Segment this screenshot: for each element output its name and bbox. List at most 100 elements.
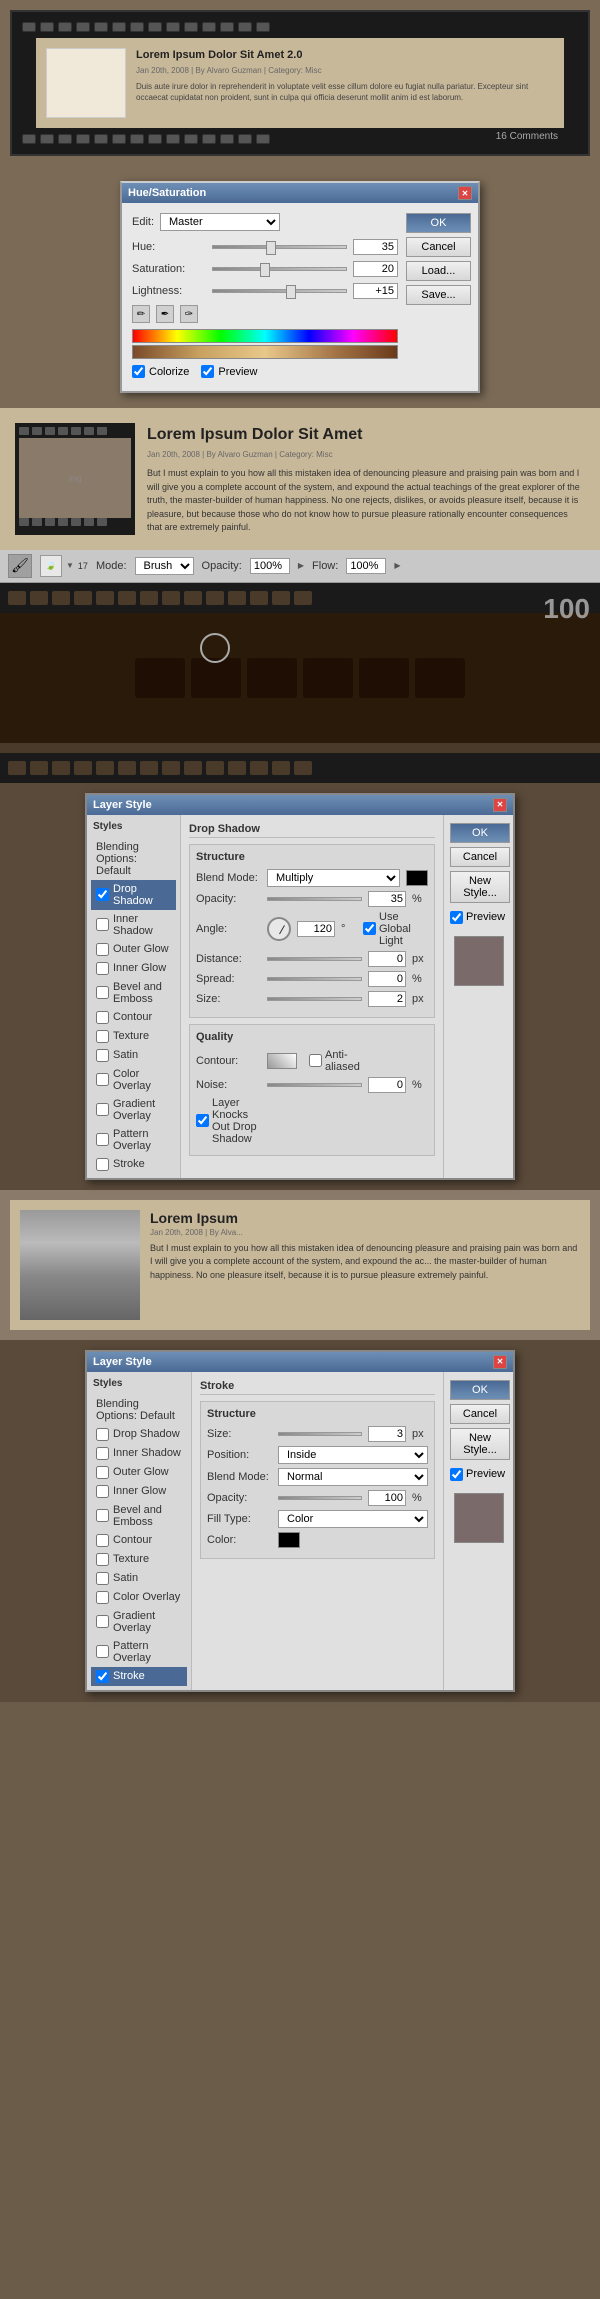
angle-value[interactable] [297, 921, 335, 937]
dialog-close-btn[interactable]: ✕ [458, 186, 472, 200]
ls-sidebar-satin[interactable]: Satin [91, 1046, 176, 1065]
ls-preview-checkbox-1[interactable] [450, 911, 463, 924]
stroke-checkbox[interactable] [96, 1158, 109, 1171]
stroke-checkbox-2[interactable] [96, 1670, 109, 1683]
ls-cancel-button-1[interactable]: Cancel [450, 847, 510, 867]
anti-aliased-checkbox[interactable] [309, 1054, 322, 1067]
ls-sidebar-outer-glow[interactable]: Outer Glow [91, 940, 176, 959]
contour-checkbox-2[interactable] [96, 1534, 109, 1547]
spread-value[interactable] [368, 971, 406, 987]
ls-sidebar-2-satin[interactable]: Satin [91, 1569, 187, 1588]
opacity-slider[interactable] [267, 897, 362, 901]
ls-sidebar-blending-options[interactable]: Blending Options: Default [91, 838, 176, 880]
distance-value[interactable] [368, 951, 406, 967]
ls-close-btn-2[interactable]: ✕ [493, 1355, 507, 1369]
ls-sidebar-2-drop-shadow[interactable]: Drop Shadow [91, 1425, 187, 1444]
ls-sidebar-2-inner-shadow[interactable]: Inner Shadow [91, 1444, 187, 1463]
stroke-fill-type-select[interactable]: Color [278, 1510, 428, 1528]
satin-checkbox[interactable] [96, 1049, 109, 1062]
hue-slider-thumb[interactable] [266, 241, 276, 255]
satin-checkbox-2[interactable] [96, 1572, 109, 1585]
ls-sidebar-contour[interactable]: Contour [91, 1008, 176, 1027]
inner-glow-checkbox[interactable] [96, 962, 109, 975]
lightness-slider-thumb[interactable] [286, 285, 296, 299]
brush-preview[interactable]: 🍃 [40, 555, 62, 577]
ls-sidebar-2-stroke[interactable]: Stroke [91, 1667, 187, 1686]
ls-close-btn[interactable]: ✕ [493, 798, 507, 812]
size-slider[interactable] [267, 997, 362, 1001]
ls-sidebar-2-outer-glow[interactable]: Outer Glow [91, 1463, 187, 1482]
saturation-slider-thumb[interactable] [260, 263, 270, 277]
outer-glow-checkbox[interactable] [96, 943, 109, 956]
eyedropper-subtract-icon[interactable]: ✑ [180, 305, 198, 323]
noise-slider[interactable] [267, 1083, 362, 1087]
gradient-overlay-checkbox[interactable] [96, 1103, 109, 1116]
ls-new-style-button-1[interactable]: New Style... [450, 871, 510, 903]
blend-color-swatch[interactable] [406, 870, 428, 886]
ls-sidebar-drop-shadow[interactable]: Drop Shadow [91, 880, 176, 910]
ok-button[interactable]: OK [406, 213, 471, 233]
ls-sidebar-inner-shadow[interactable]: Inner Shadow [91, 910, 176, 940]
lightness-slider[interactable] [212, 289, 347, 293]
ls-sidebar-2-color-overlay[interactable]: Color Overlay [91, 1588, 187, 1607]
noise-value[interactable] [368, 1077, 406, 1093]
ls-sidebar-gradient-overlay[interactable]: Gradient Overlay [91, 1095, 176, 1125]
saturation-slider[interactable] [212, 267, 347, 271]
colorize-checkbox[interactable] [132, 365, 145, 378]
ls-sidebar-2-pattern-overlay[interactable]: Pattern Overlay [91, 1637, 187, 1667]
blend-mode-select[interactable]: Multiply [267, 869, 400, 887]
size-value[interactable] [368, 991, 406, 1007]
pattern-overlay-checkbox-2[interactable] [96, 1645, 109, 1658]
color-overlay-checkbox-2[interactable] [96, 1591, 109, 1604]
ls-sidebar-2-texture[interactable]: Texture [91, 1550, 187, 1569]
hue-value-input[interactable] [353, 239, 398, 255]
eyedropper-icon[interactable]: ✏ [132, 305, 150, 323]
distance-slider[interactable] [267, 957, 362, 961]
bevel-emboss-checkbox[interactable] [96, 986, 109, 999]
gradient-overlay-checkbox-2[interactable] [96, 1615, 109, 1628]
opacity-chevron[interactable]: ▶ [298, 561, 304, 570]
stroke-opacity-slider[interactable] [278, 1496, 362, 1500]
flow-input[interactable] [346, 558, 386, 574]
ls-preview-checkbox-2[interactable] [450, 1468, 463, 1481]
ls-sidebar-stroke[interactable]: Stroke [91, 1155, 176, 1174]
ls-sidebar-inner-glow[interactable]: Inner Glow [91, 959, 176, 978]
texture-checkbox[interactable] [96, 1030, 109, 1043]
preview-checkbox[interactable] [201, 365, 214, 378]
load-button[interactable]: Load... [406, 261, 471, 281]
saturation-value-input[interactable] [353, 261, 398, 277]
texture-checkbox-2[interactable] [96, 1553, 109, 1566]
ls-sidebar-texture[interactable]: Texture [91, 1027, 176, 1046]
contour-swatch[interactable] [267, 1053, 297, 1069]
inner-glow-checkbox-2[interactable] [96, 1485, 109, 1498]
ls-sidebar-2-bevel-emboss[interactable]: Bevel and Emboss [91, 1501, 187, 1531]
pattern-overlay-checkbox[interactable] [96, 1133, 109, 1146]
spread-slider[interactable] [267, 977, 362, 981]
cancel-button[interactable]: Cancel [406, 237, 471, 257]
ls-new-style-button-2[interactable]: New Style... [450, 1428, 510, 1460]
opacity-input[interactable] [250, 558, 290, 574]
ls-cancel-button-2[interactable]: Cancel [450, 1404, 510, 1424]
bevel-emboss-checkbox-2[interactable] [96, 1509, 109, 1522]
edit-select[interactable]: Master [160, 213, 280, 231]
stroke-position-select[interactable]: Inside [278, 1446, 428, 1464]
ls-sidebar-2-blending-options[interactable]: Blending Options: Default [91, 1395, 187, 1425]
brush-tool-icon[interactable]: 🖌 [8, 554, 32, 578]
ls-sidebar-2-inner-glow[interactable]: Inner Glow [91, 1482, 187, 1501]
ls-sidebar-2-gradient-overlay[interactable]: Gradient Overlay [91, 1607, 187, 1637]
save-button[interactable]: Save... [406, 285, 471, 305]
ls-ok-button-1[interactable]: OK [450, 823, 510, 843]
ls-sidebar-pattern-overlay[interactable]: Pattern Overlay [91, 1125, 176, 1155]
flow-chevron[interactable]: ▶ [394, 561, 400, 570]
drop-shadow-checkbox[interactable] [96, 888, 109, 901]
ls-ok-button-2[interactable]: OK [450, 1380, 510, 1400]
stroke-opacity-value[interactable] [368, 1490, 406, 1506]
canvas-area[interactable]: 100 [0, 583, 600, 783]
contour-checkbox[interactable] [96, 1011, 109, 1024]
angle-dial[interactable] [267, 917, 291, 941]
ls-sidebar-2-contour[interactable]: Contour [91, 1531, 187, 1550]
drop-shadow-checkbox-2[interactable] [96, 1428, 109, 1441]
stroke-size-slider[interactable] [278, 1432, 362, 1436]
hue-slider[interactable] [212, 245, 347, 249]
mode-select[interactable]: Brush [135, 557, 194, 575]
